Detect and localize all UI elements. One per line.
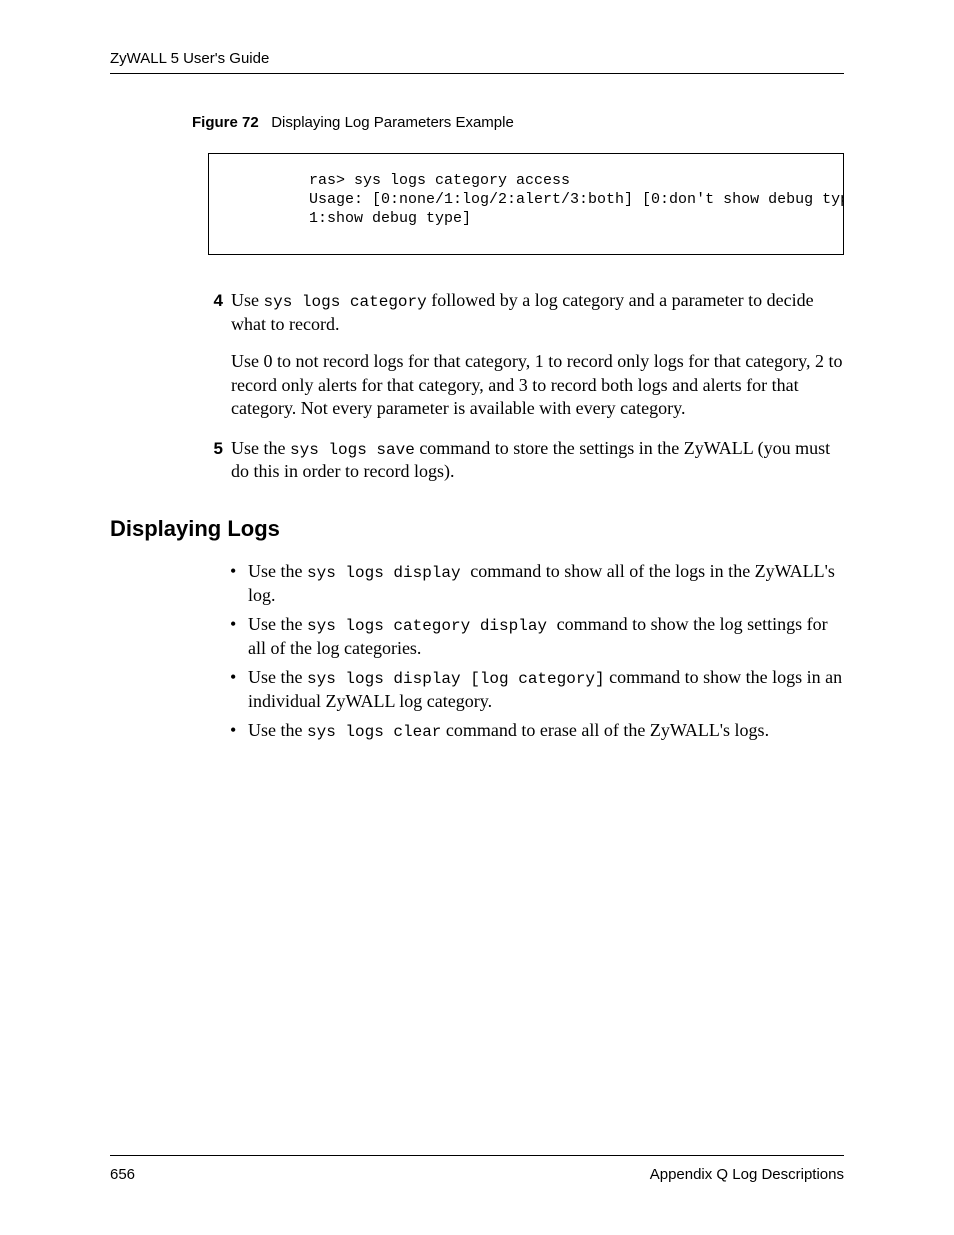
item-body: Use sys logs category followed by a log … xyxy=(231,289,844,420)
continuation-para: Use 0 to not record logs for that catego… xyxy=(231,350,844,420)
list-item: • Use the sys logs display [log category… xyxy=(230,666,844,713)
code-line: ras> sys logs category access xyxy=(309,172,570,189)
bullet-icon: • xyxy=(230,560,238,607)
code-line: 1:show debug type] xyxy=(309,210,471,227)
item-number: 4 xyxy=(208,290,223,420)
item-body: Use the sys logs clear command to erase … xyxy=(248,719,769,743)
list-item: • Use the sys logs display command to sh… xyxy=(230,560,844,607)
item-body: Use the sys logs category display comman… xyxy=(248,613,844,660)
header-title: ZyWALL 5 User's Guide xyxy=(110,50,269,67)
bullet-icon: • xyxy=(230,666,238,713)
body-text: command to erase all of the ZyWALL's log… xyxy=(441,720,769,740)
code-box: ras> sys logs category access Usage: [0:… xyxy=(208,153,844,255)
bullet-icon: • xyxy=(230,719,238,743)
list-item: • Use the sys logs clear command to eras… xyxy=(230,719,844,743)
body-text: Use the xyxy=(248,561,307,581)
body-text: Use the xyxy=(231,438,290,458)
inline-code: sys logs save xyxy=(290,441,415,459)
figure-caption: Figure 72 Displaying Log Parameters Exam… xyxy=(192,114,844,131)
item-number: 5 xyxy=(208,438,223,484)
list-item: • Use the sys logs category display comm… xyxy=(230,613,844,660)
list-item: 4 Use sys logs category followed by a lo… xyxy=(208,289,844,420)
figure-title: Displaying Log Parameters Example xyxy=(271,114,514,131)
numbered-list: 4 Use sys logs category followed by a lo… xyxy=(208,289,844,484)
body-text: Use the xyxy=(248,667,307,687)
page-header: ZyWALL 5 User's Guide xyxy=(110,50,844,74)
item-body: Use the sys logs save command to store t… xyxy=(231,437,844,484)
inline-code: sys logs category display xyxy=(307,617,557,635)
list-item: 5 Use the sys logs save command to store… xyxy=(208,437,844,484)
footer-section: Appendix Q Log Descriptions xyxy=(650,1166,844,1183)
section-heading: Displaying Logs xyxy=(110,516,844,542)
figure-label: Figure 72 xyxy=(192,114,259,131)
inline-code: sys logs clear xyxy=(307,723,441,741)
item-body: Use the sys logs display [log category] … xyxy=(248,666,844,713)
body-text: Use the xyxy=(248,720,307,740)
inline-code: sys logs category xyxy=(264,293,427,311)
body-text: Use the xyxy=(248,614,307,634)
code-line: Usage: [0:none/1:log/2:alert/3:both] [0:… xyxy=(309,191,844,208)
bullet-icon: • xyxy=(230,613,238,660)
page-footer: 656 Appendix Q Log Descriptions xyxy=(110,1155,844,1183)
body-text: Use xyxy=(231,290,264,310)
bullet-list: • Use the sys logs display command to sh… xyxy=(230,560,844,743)
item-body: Use the sys logs display command to show… xyxy=(248,560,844,607)
page-number: 656 xyxy=(110,1166,135,1183)
inline-code: sys logs display [log category] xyxy=(307,670,605,688)
inline-code: sys logs display xyxy=(307,564,470,582)
